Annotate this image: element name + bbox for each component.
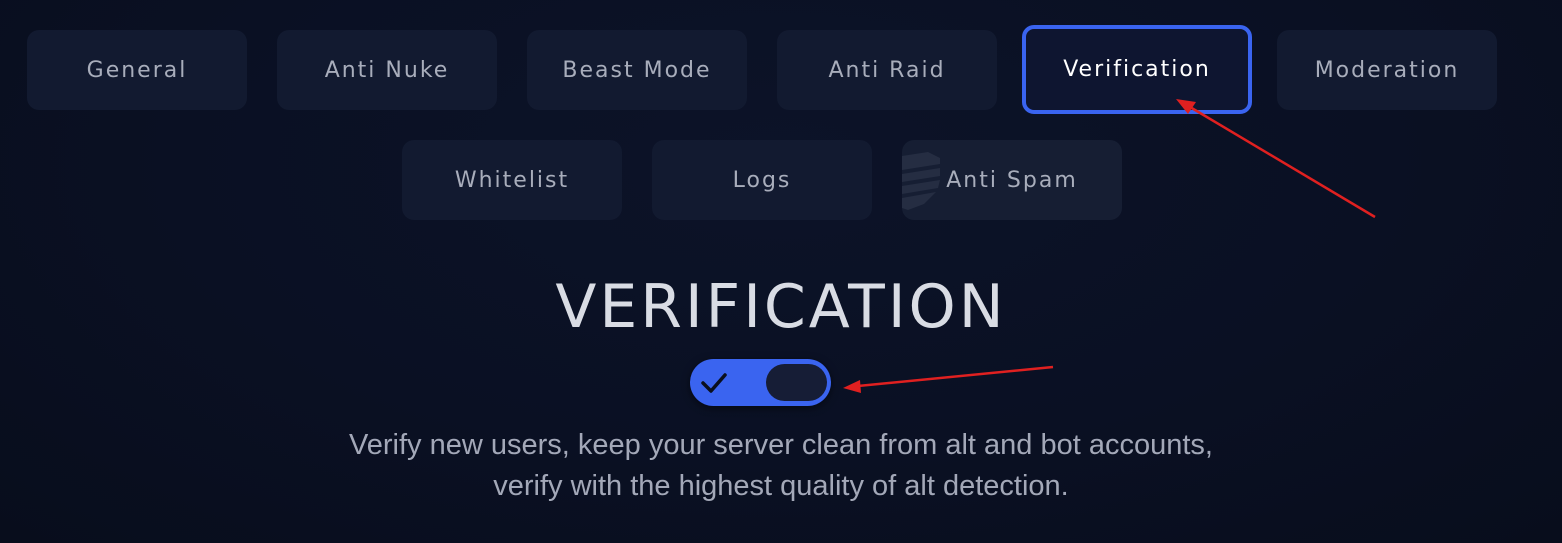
description-line: Verify new users, keep your server clean… [349, 429, 1213, 461]
tab-logs[interactable]: Logs [652, 140, 872, 220]
tab-label: Logs [732, 167, 792, 193]
shield-icon [902, 152, 940, 210]
tab-anti-spam[interactable]: Anti Spam [902, 140, 1122, 220]
tab-whitelist[interactable]: Whitelist [402, 140, 622, 220]
verification-toggle[interactable] [690, 359, 831, 406]
tab-label: Anti Spam [946, 167, 1078, 193]
checkmark-icon [701, 373, 727, 393]
annotation-arrow-to-verification-tab [1176, 99, 1376, 219]
tab-anti-raid[interactable]: Anti Raid [777, 30, 997, 110]
page-title: VERIFICATION [555, 272, 1007, 342]
tab-label: Beast Mode [562, 57, 712, 83]
section-description: Verify new users, keep your server clean… [0, 425, 1562, 507]
tab-label: Verification [1063, 57, 1211, 82]
tab-moderation[interactable]: Moderation [1277, 30, 1497, 110]
tab-beast-mode[interactable]: Beast Mode [527, 30, 747, 110]
annotation-arrow-to-toggle [843, 365, 1054, 393]
tab-label: Anti Nuke [324, 57, 450, 83]
tab-verification[interactable]: Verification [1022, 25, 1252, 114]
toggle-knob [766, 364, 827, 401]
tab-label: General [86, 57, 188, 83]
tab-label: Whitelist [454, 167, 570, 193]
tab-anti-nuke[interactable]: Anti Nuke [277, 30, 497, 110]
description-line: verify with the highest quality of alt d… [493, 470, 1069, 502]
tab-label: Anti Raid [828, 57, 946, 83]
tab-label: Moderation [1314, 57, 1460, 83]
tab-general[interactable]: General [27, 30, 247, 110]
